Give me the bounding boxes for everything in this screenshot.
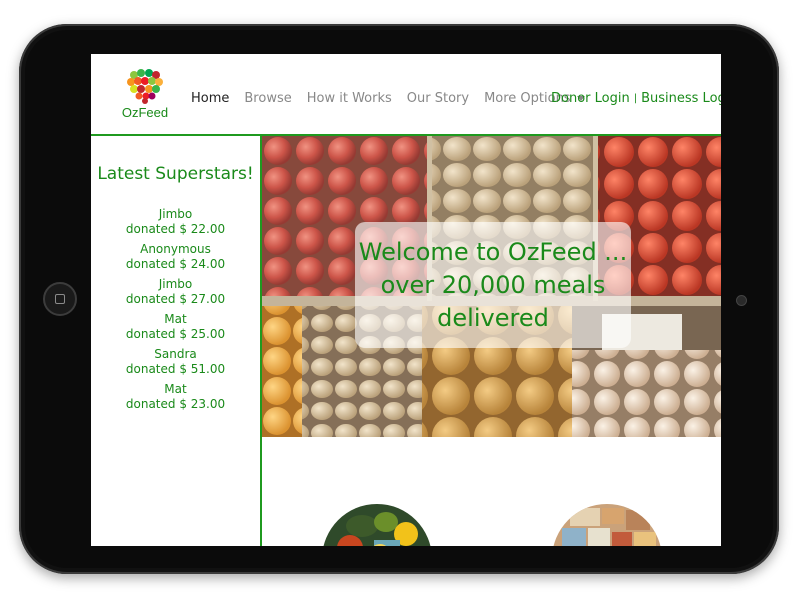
donation-amount: donated $ 22.00 [125,222,226,236]
donor-name: Jimbo [158,277,193,291]
screen: OzFeed Home Browse How it Works Our Stor… [91,54,721,546]
donor-name: Jimbo [158,207,193,221]
nav-home[interactable]: Home [191,91,229,106]
donation-entry: Anonymous donated $ 24.00 [91,242,260,272]
main-nav: Home Browse How it Works Our Story More … [191,88,600,108]
donor-name: Mat [164,312,187,326]
sidebar-superstars: Latest Superstars! Jimbo donated $ 22.00… [91,136,262,546]
hero-heading-line-3: delivered [437,304,549,332]
nav-our-story[interactable]: Our Story [407,91,469,106]
hero-heading-line-2: over 20,000 meals [380,271,606,299]
donation-entry: Jimbo donated $ 27.00 [91,277,260,307]
brand-logo[interactable]: OzFeed [122,68,168,124]
produce-heart-icon [127,69,163,104]
donation-entry: Jimbo donated $ 22.00 [91,207,260,237]
navbar: OzFeed Home Browse How it Works Our Stor… [91,54,721,136]
donation-entry: Sandra donated $ 51.00 [91,347,260,377]
donation-amount: donated $ 27.00 [125,292,226,306]
vegetables-photo [322,504,432,546]
sidebar-title: Latest Superstars! [97,164,254,184]
tablet-camera [736,295,747,306]
login-separator: | [633,92,638,104]
donor-login-link[interactable]: Donor Login [551,91,630,106]
hero-heading-line-1: Welcome to OzFeed ... [358,238,628,266]
donor-name: Anonymous [140,242,211,256]
donation-amount: donated $ 23.00 [125,397,226,411]
nav-how-it-works[interactable]: How it Works [307,91,392,106]
hero-caption: Welcome to OzFeed ... over 20,000 meals … [355,222,631,348]
feature-image-groceries [552,504,662,546]
hero-banner: Welcome to OzFeed ... over 20,000 meals … [262,136,721,437]
donor-name: Mat [164,382,187,396]
brand-name: OzFeed [121,105,169,120]
donation-entry: Mat donated $ 23.00 [91,382,260,412]
donation-entry: Mat donated $ 25.00 [91,312,260,342]
feature-image-vegetables [322,504,432,546]
groceries-photo [552,504,662,546]
donation-amount: donated $ 25.00 [125,327,226,341]
nav-browse[interactable]: Browse [244,91,291,106]
donor-name: Sandra [154,347,197,361]
tablet-home-button [43,282,77,316]
business-login-link[interactable]: Business Login [641,91,721,106]
donation-amount: donated $ 51.00 [125,362,226,376]
donation-amount: donated $ 24.00 [125,257,226,271]
login-links: Donor Login | Business Login [551,88,721,108]
